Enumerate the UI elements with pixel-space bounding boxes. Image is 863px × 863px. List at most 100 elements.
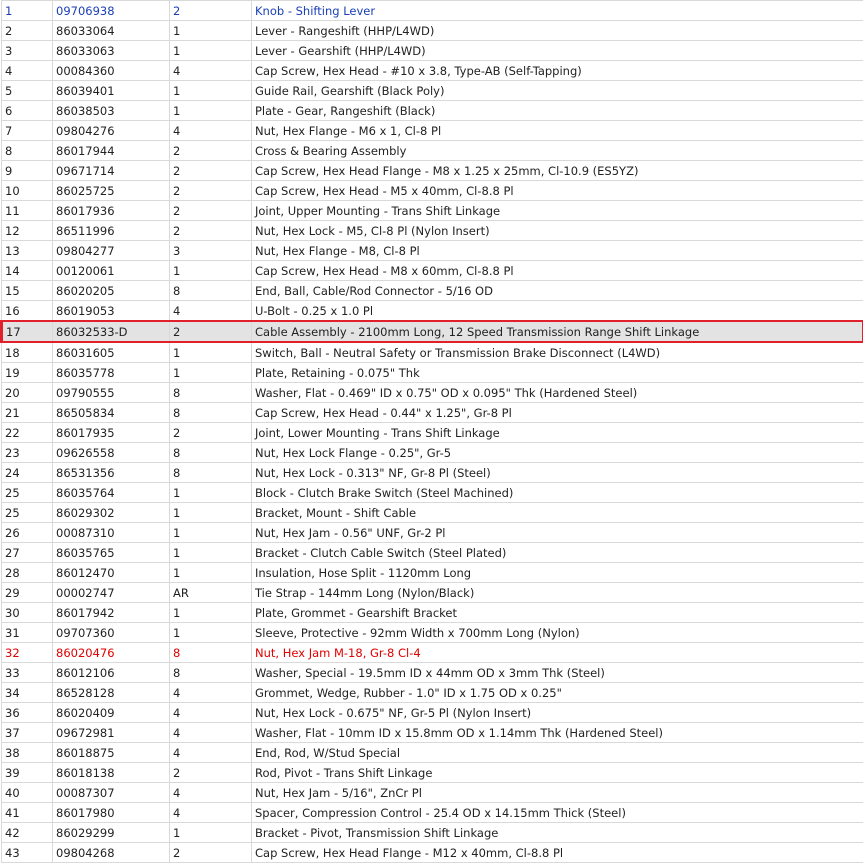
description-cell: Bracket, Mount - Shift Cable <box>252 503 863 523</box>
item-number-cell: 33 <box>2 663 53 683</box>
table-row[interactable]: 33860121068Washer, Special - 19.5mm ID x… <box>2 663 863 683</box>
quantity-cell: 4 <box>170 803 252 823</box>
quantity-cell: 1 <box>170 81 252 101</box>
table-row[interactable]: 8860179442Cross & Bearing Assembly <box>2 141 863 161</box>
description-cell: Plate, Retaining - 0.075" Thk <box>252 363 863 383</box>
part-number-cell: 86033063 <box>53 41 170 61</box>
quantity-cell: 1 <box>170 523 252 543</box>
description-cell: Tie Strap - 144mm Long (Nylon/Black) <box>252 583 863 603</box>
part-number-cell: 09671714 <box>53 161 170 181</box>
quantity-cell: 1 <box>170 603 252 623</box>
description-cell: Joint, Upper Mounting - Trans Shift Link… <box>252 201 863 221</box>
item-number-cell: 36 <box>2 703 53 723</box>
table-row[interactable]: 24865313568Nut, Hex Lock - 0.313" NF, Gr… <box>2 463 863 483</box>
description-cell: Plate, Grommet - Gearshift Bracket <box>252 603 863 623</box>
table-row[interactable]: 42860292991Bracket - Pivot, Transmission… <box>2 823 863 843</box>
table-row[interactable]: 2900002747ARTie Strap - 144mm Long (Nylo… <box>2 583 863 603</box>
table-row[interactable]: 37096729814Washer, Flat - 10mm ID x 15.8… <box>2 723 863 743</box>
table-row[interactable]: 13098042773Nut, Hex Flange - M8, Cl-8 Pl <box>2 241 863 261</box>
table-row[interactable]: 22860179352Joint, Lower Mounting - Trans… <box>2 423 863 443</box>
table-row[interactable]: 11860179362Joint, Upper Mounting - Trans… <box>2 201 863 221</box>
part-number-cell: 86505834 <box>53 403 170 423</box>
table-row[interactable]: 4000843604Cap Screw, Hex Head - #10 x 3.… <box>2 61 863 81</box>
item-number-cell: 1 <box>2 1 53 21</box>
part-number-cell: 86031605 <box>53 342 170 363</box>
table-row[interactable]: 14001200611Cap Screw, Hex Head - M8 x 60… <box>2 261 863 281</box>
table-row[interactable]: 40000873074Nut, Hex Jam - 5/16", ZnCr Pl <box>2 783 863 803</box>
item-number-cell: 21 <box>2 403 53 423</box>
part-number-cell: 86511996 <box>53 221 170 241</box>
table-row[interactable]: 31097073601Sleeve, Protective - 92mm Wid… <box>2 623 863 643</box>
part-number-cell: 86025725 <box>53 181 170 201</box>
quantity-cell: 1 <box>170 623 252 643</box>
part-number-cell: 09626558 <box>53 443 170 463</box>
description-cell: Grommet, Wedge, Rubber - 1.0" ID x 1.75 … <box>252 683 863 703</box>
quantity-cell: 8 <box>170 403 252 423</box>
item-number-cell: 25 <box>2 483 53 503</box>
description-cell: Cap Screw, Hex Head - #10 x 3.8, Type-AB… <box>252 61 863 81</box>
table-row[interactable]: 19860357781Plate, Retaining - 0.075" Thk <box>2 363 863 383</box>
table-row[interactable]: 41860179804Spacer, Compression Control -… <box>2 803 863 823</box>
table-row[interactable]: 43098042682Cap Screw, Hex Head Flange - … <box>2 843 863 863</box>
quantity-cell: 2 <box>170 423 252 443</box>
part-number-cell: 86020476 <box>53 643 170 663</box>
table-row[interactable]: 3860330631Lever - Gearshift (HHP/L4WD) <box>2 41 863 61</box>
table-row[interactable]: 36860204094Nut, Hex Lock - 0.675" NF, Gr… <box>2 703 863 723</box>
quantity-cell: 2 <box>170 141 252 161</box>
table-row[interactable]: 5860394011Guide Rail, Gearshift (Black P… <box>2 81 863 101</box>
description-cell: Bracket - Clutch Cable Switch (Steel Pla… <box>252 543 863 563</box>
description-cell: Cable Assembly - 2100mm Long, 12 Speed T… <box>252 321 863 342</box>
table-row[interactable]: 1786032533-D2Cable Assembly - 2100mm Lon… <box>2 321 863 342</box>
part-number-cell: 00120061 <box>53 261 170 281</box>
quantity-cell: 4 <box>170 683 252 703</box>
table-row[interactable]: 25860357641Block - Clutch Brake Switch (… <box>2 483 863 503</box>
quantity-cell: 8 <box>170 643 252 663</box>
table-row[interactable]: 18860316051Switch, Ball - Neutral Safety… <box>2 342 863 363</box>
part-number-cell: 86038503 <box>53 101 170 121</box>
part-number-cell: 86528128 <box>53 683 170 703</box>
item-number-cell: 27 <box>2 543 53 563</box>
table-row[interactable]: 28860124701Insulation, Hose Split - 1120… <box>2 563 863 583</box>
item-number-cell: 41 <box>2 803 53 823</box>
table-row[interactable]: 6860385031Plate - Gear, Rangeshift (Blac… <box>2 101 863 121</box>
table-row[interactable]: 16860190534U-Bolt - 0.25 x 1.0 Pl <box>2 301 863 322</box>
table-row[interactable]: 15860202058End, Ball, Cable/Rod Connecto… <box>2 281 863 301</box>
table-row[interactable]: 26000873101Nut, Hex Jam - 0.56" UNF, Gr-… <box>2 523 863 543</box>
table-row[interactable]: 2860330641Lever - Rangeshift (HHP/L4WD) <box>2 21 863 41</box>
description-cell: End, Ball, Cable/Rod Connector - 5/16 OD <box>252 281 863 301</box>
table-row[interactable]: 9096717142Cap Screw, Hex Head Flange - M… <box>2 161 863 181</box>
table-row[interactable]: 34865281284Grommet, Wedge, Rubber - 1.0"… <box>2 683 863 703</box>
quantity-cell: 4 <box>170 783 252 803</box>
quantity-cell: 8 <box>170 443 252 463</box>
table-row[interactable]: 38860188754End, Rod, W/Stud Special <box>2 743 863 763</box>
description-cell: Nut, Hex Lock - 0.675" NF, Gr-5 Pl (Nylo… <box>252 703 863 723</box>
part-number-cell: 09706938 <box>53 1 170 21</box>
table-row[interactable]: 1097069382Knob - Shifting Lever <box>2 1 863 21</box>
item-number-cell: 11 <box>2 201 53 221</box>
description-cell: Cap Screw, Hex Head - M8 x 60mm, Cl-8.8 … <box>252 261 863 281</box>
part-number-cell: 86020205 <box>53 281 170 301</box>
table-row[interactable]: 20097905558Washer, Flat - 0.469" ID x 0.… <box>2 383 863 403</box>
table-row[interactable]: 32860204768Nut, Hex Jam M-18, Gr-8 Cl-4 <box>2 643 863 663</box>
description-cell: U-Bolt - 0.25 x 1.0 Pl <box>252 301 863 322</box>
item-number-cell: 23 <box>2 443 53 463</box>
table-row[interactable]: 10860257252Cap Screw, Hex Head - M5 x 40… <box>2 181 863 201</box>
quantity-cell: 8 <box>170 663 252 683</box>
table-row[interactable]: 25860293021Bracket, Mount - Shift Cable <box>2 503 863 523</box>
quantity-cell: 1 <box>170 363 252 383</box>
item-number-cell: 13 <box>2 241 53 261</box>
item-number-cell: 18 <box>2 342 53 363</box>
table-row[interactable]: 12865119962Nut, Hex Lock - M5, Cl-8 Pl (… <box>2 221 863 241</box>
part-number-cell: 86017980 <box>53 803 170 823</box>
table-row[interactable]: 27860357651Bracket - Clutch Cable Switch… <box>2 543 863 563</box>
table-row[interactable]: 7098042764Nut, Hex Flange - M6 x 1, Cl-8… <box>2 121 863 141</box>
table-row[interactable]: 30860179421Plate, Grommet - Gearshift Br… <box>2 603 863 623</box>
part-number-cell: 00087310 <box>53 523 170 543</box>
table-row[interactable]: 23096265588Nut, Hex Lock Flange - 0.25",… <box>2 443 863 463</box>
table-row[interactable]: 39860181382Rod, Pivot - Trans Shift Link… <box>2 763 863 783</box>
description-cell: Nut, Hex Flange - M6 x 1, Cl-8 Pl <box>252 121 863 141</box>
description-cell: Plate - Gear, Rangeshift (Black) <box>252 101 863 121</box>
description-cell: Block - Clutch Brake Switch (Steel Machi… <box>252 483 863 503</box>
part-number-cell: 86033064 <box>53 21 170 41</box>
table-row[interactable]: 21865058348Cap Screw, Hex Head - 0.44" x… <box>2 403 863 423</box>
